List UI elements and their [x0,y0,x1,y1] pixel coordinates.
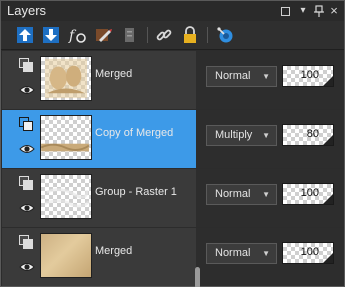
blend-mode-select[interactable]: Normal ▼ [206,184,277,205]
blend-mode-select[interactable]: Normal ▼ [206,243,277,264]
lock-icon[interactable] [180,25,200,45]
blend-mode-select[interactable]: Multiply ▼ [206,125,277,146]
panel-title: Layers [7,3,47,18]
panel-title-bar[interactable]: Layers ▾ × [1,1,344,21]
visibility-eye-icon[interactable] [19,84,35,96]
layer-controls [2,228,36,286]
blend-mode-value: Normal [215,247,251,259]
layer-row-main[interactable]: Group - Raster 1 [2,169,196,227]
layer-row-copy-of-merged[interactable]: Copy of Merged Multiply ▼ 80 [2,110,344,168]
layer-row-merged[interactable]: Merged Normal ▼ 100 [2,51,344,109]
layer-thumbnail [40,56,92,101]
layer-row-merged-base[interactable]: Merged Normal ▼ 100 [2,228,344,286]
visibility-eye-icon[interactable] [19,202,35,214]
layer-controls [2,51,36,109]
blend-mode-value: Normal [215,70,251,82]
layer-properties: Normal ▼ 100 [196,51,344,109]
opacity-slider-icon[interactable] [323,135,333,145]
layer-row-main[interactable]: Merged [2,228,196,286]
layer-properties: Normal ▼ 100 [196,228,344,286]
layers-toolbar: f [1,21,344,50]
layer-row-main[interactable]: Merged [2,51,196,109]
dropdown-icon[interactable]: ▾ [296,4,310,18]
restore-icon[interactable] [278,4,292,18]
layer-name[interactable]: Group - Raster 1 [95,169,177,227]
layer-name[interactable]: Copy of Merged [95,110,173,168]
chevron-down-icon: ▼ [262,131,270,140]
svg-text:f: f [68,28,77,44]
opacity-value: 100 [300,187,319,199]
new-layer-down-icon[interactable] [41,25,61,45]
visibility-eye-icon[interactable] [19,261,35,273]
layer-name[interactable]: Merged [95,51,132,109]
scroll-handle[interactable] [195,267,200,287]
blend-mode-value: Multiply [215,129,253,141]
opacity-slider-icon[interactable] [323,76,333,86]
opacity-field[interactable]: 100 [282,65,334,87]
layer-properties: Multiply ▼ 80 [196,110,344,168]
edit-layer-icon[interactable] [93,25,113,45]
opacity-field[interactable]: 100 [282,183,334,205]
visibility-eye-icon[interactable] [19,143,35,155]
pin-icon[interactable] [312,4,326,18]
layer-controls [2,169,36,227]
layer-thumbnail [40,115,92,160]
layer-thumbnail [40,233,92,278]
layer-blend-icon[interactable] [215,25,235,45]
opacity-field[interactable]: 80 [282,124,334,146]
layer-type-icon[interactable] [19,235,33,249]
layer-effects-icon[interactable]: f [67,25,87,45]
opacity-slider-icon[interactable] [323,253,333,263]
layers-panel: Layers ▾ × f Merged Normal ▼ 100 Copy of… [0,0,345,287]
chevron-down-icon: ▼ [262,190,270,199]
layer-row-group-raster-1[interactable]: Group - Raster 1 Normal ▼ 100 [2,169,344,227]
opacity-value: 100 [300,69,319,81]
layer-type-icon[interactable] [19,117,33,131]
opacity-slider-icon[interactable] [323,194,333,204]
blend-mode-value: Normal [215,188,251,200]
chevron-down-icon: ▼ [262,249,270,258]
layer-properties: Normal ▼ 100 [196,169,344,227]
toolbar-separator [147,27,148,43]
layer-list: Merged Normal ▼ 100 Copy of Merged Multip… [2,51,344,286]
layer-type-icon[interactable] [19,176,33,190]
opacity-field[interactable]: 100 [282,242,334,264]
opacity-value: 80 [306,128,319,140]
layer-name[interactable]: Merged [95,228,132,286]
delete-layer-icon[interactable] [119,25,139,45]
close-icon[interactable]: × [327,4,341,18]
new-layer-up-icon[interactable] [15,25,35,45]
layer-row-main[interactable]: Copy of Merged [2,110,196,168]
layer-type-icon[interactable] [19,58,33,72]
blend-mode-select[interactable]: Normal ▼ [206,66,277,87]
link-icon[interactable] [154,25,174,45]
opacity-value: 100 [300,246,319,258]
layer-thumbnail [40,174,92,219]
chevron-down-icon: ▼ [262,72,270,81]
layer-controls [2,110,36,168]
toolbar-separator [207,27,208,43]
